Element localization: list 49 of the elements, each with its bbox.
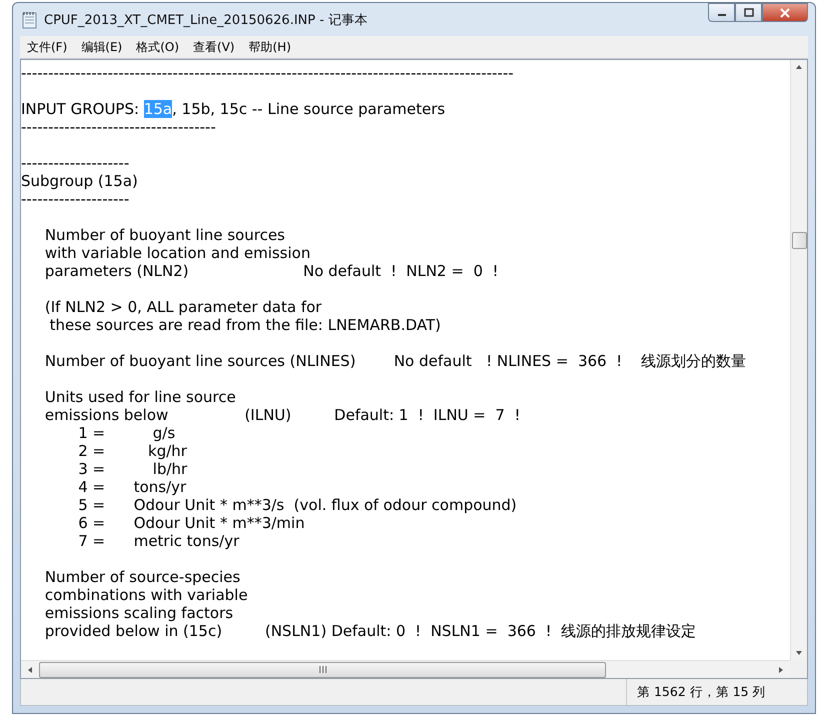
text-line: 7 = metric tons/yr [77,532,240,550]
minimize-button[interactable] [708,3,735,22]
text-line: these sources are read from the file: LNEMARB.DAT) [48,316,442,334]
text-line: parameters (NLN2) No default ! NLN2 = 0 ! [44,262,500,280]
text-line: emissions scaling factors [44,604,234,622]
text-line: ------------------------------------ [21,118,217,136]
text-line: (If NLN2 > 0, ALL parameter data for [44,298,323,316]
text-line: -------------------- [21,190,130,208]
menu-item[interactable]: 编辑(E) [74,38,130,56]
text-line: Number of buoyant line sources [44,226,286,244]
text-line: emissions below (ILNU) Default: 1 ! ILNU = 7 ! [44,406,522,424]
text-line: combinations with variable [44,586,249,604]
menu-item[interactable]: 帮助(H) [242,38,298,56]
text-line: with variable location and emission [44,244,312,262]
text-line: 3 = lb/hr [77,460,188,478]
selected-text: 15a [144,100,172,118]
right-arrow-icon [778,666,784,674]
text-line: Number of source-species [44,568,242,586]
left-arrow-icon [27,666,33,674]
menu-item[interactable]: 查看(V) [186,38,242,56]
text-label: , 15b, 15c -- Line source parameters [172,100,446,118]
down-arrow-icon [795,650,803,656]
horizontal-scrollbar[interactable] [21,660,790,678]
text-line: Units used for line source [44,388,237,406]
text-label: INPUT GROUPS: [21,100,140,118]
text-line: 6 = Odour Unit * m**3/min [77,514,306,532]
up-arrow-icon [795,64,803,70]
menu-item[interactable]: 文件(F) [20,38,74,56]
text-line: -------------------- [21,154,130,172]
text-line: 4 = tons/yr [77,478,188,496]
cursor-position: 第 1562 行，第 15 列 [626,679,807,705]
text-line: 2 = kg/hr [77,442,188,460]
scroll-thumb[interactable] [792,232,806,249]
grip-icon [318,666,326,673]
text-line: ------------------------------------------------------------------------------------------- [21,64,515,82]
scroll-thumb[interactable] [39,662,606,678]
text-line: Number of buoyant line sources (NLINES) No default ! NLINES = 366 ! 线源划分的数量 [44,352,748,370]
text-line: provided below in (15c) (NSLN1) Default: 0 ! NSLN1 = 366 ! 线源的排放规律设定 [44,622,698,640]
text-line: 5 = Odour Unit * m**3/s (vol. flux of odour compound) [77,496,518,514]
maximize-button[interactable] [735,3,762,22]
menu-item[interactable]: 格式(O) [129,38,186,56]
close-icon [779,8,791,18]
text-line: Subgroup (15a) [21,172,139,190]
vertical-scrollbar[interactable] [790,60,807,660]
notepad-icon [22,10,38,28]
close-button[interactable] [762,3,808,22]
text-line: 1 = g/s [77,424,176,442]
window-title: CPUF_2013_XT_CMET_Line_20150626.INP - 记事本 [44,12,368,28]
maximize-icon [744,8,754,17]
